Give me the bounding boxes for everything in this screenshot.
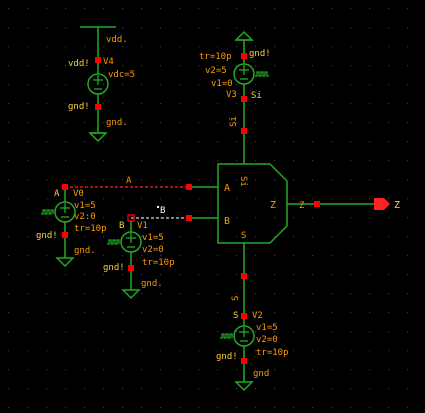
- pin-marker[interactable]: [241, 358, 247, 364]
- v1-param: v1=5: [74, 201, 96, 211]
- pulse-waveform-icon: [255, 71, 269, 77]
- pin-marker[interactable]: [128, 265, 134, 271]
- pin-label-b: B: [119, 221, 124, 231]
- gate-pin-si: Si: [238, 176, 248, 187]
- vdd-source[interactable]: vdd. vdd! V4 vdc=5 gnd! gnd.: [68, 26, 135, 143]
- ground-icon: [88, 132, 108, 143]
- instance-label: V2: [252, 311, 263, 321]
- si-source[interactable]: tr=10p v2=5 v1=0 V3 gnd! Si Si: [199, 30, 271, 164]
- schematic-canvas[interactable]: vdd. vdd! V4 vdc=5 gnd! gnd. tr=10p v2=5…: [0, 0, 425, 409]
- wire-label-a: A: [126, 176, 132, 186]
- instance-label: V3: [226, 90, 237, 100]
- tr-param: tr=10p: [256, 348, 289, 358]
- wire-label-s: S: [231, 296, 241, 301]
- ground-icon: [121, 289, 141, 300]
- v2-param: v2=0: [142, 245, 164, 255]
- a-input-net[interactable]: A A V0: [54, 176, 218, 199]
- net-label-gnd: gnd!: [103, 263, 125, 273]
- pin-marker[interactable]: [241, 313, 247, 319]
- output-pin-label-z: Z: [394, 200, 400, 211]
- tr-param: tr=10p: [199, 52, 232, 62]
- s-source[interactable]: S S V2 v1=5 v2=0 tr=10p gnd! gnd: [216, 243, 289, 392]
- output-pin-arrow-icon[interactable]: [374, 198, 390, 210]
- pin-marker[interactable]: [241, 53, 247, 59]
- instance-label: V0: [73, 189, 84, 199]
- net-label-gnd: gnd!: [249, 49, 271, 59]
- vb-source[interactable]: v1=5 v2=0 tr=10p gnd! gnd.: [103, 221, 175, 300]
- v2-param: v2=0: [256, 335, 278, 345]
- pin-marker[interactable]: [314, 201, 320, 207]
- v2-param: v2:0: [74, 212, 96, 222]
- tr-param: tr=10p: [142, 258, 175, 268]
- instance-label: V4: [103, 57, 114, 67]
- pin-marker[interactable]: [186, 215, 192, 221]
- net-label-gnd: gnd!: [68, 102, 90, 112]
- wire-label-z: Z: [299, 201, 305, 211]
- pin-marker[interactable]: [241, 273, 247, 279]
- v2-param: v2=5: [205, 66, 227, 76]
- gate-pin-b: B: [224, 216, 230, 227]
- pin-marker[interactable]: [186, 184, 192, 190]
- v1-param: v1=0: [211, 79, 233, 89]
- z-output-net[interactable]: Z Z: [287, 198, 400, 211]
- wire-label-b: B: [160, 206, 165, 216]
- b-input-net[interactable]: B B V1: [119, 206, 218, 231]
- pin-marker[interactable]: [62, 232, 68, 238]
- instance-label: V1: [137, 221, 148, 231]
- va-source[interactable]: v1=5 v2:0 tr=10p gnd! gnd.: [36, 190, 107, 268]
- ground-icon: [55, 257, 75, 268]
- net-label-si: Si: [251, 91, 262, 101]
- net-label-gnd: gnd!: [36, 231, 58, 241]
- net-label-gnd: gnd!: [216, 352, 238, 362]
- pin-marker[interactable]: [62, 184, 68, 190]
- pulse-waveform-icon: [41, 209, 54, 215]
- v1-param: v1=5: [142, 233, 164, 243]
- net-label-gnd-dot: gnd.: [141, 279, 163, 289]
- gate-pin-z: Z: [270, 200, 276, 211]
- pin-marker[interactable]: [241, 128, 247, 134]
- ground-icon: [234, 381, 254, 392]
- pin-marker[interactable]: [95, 104, 101, 110]
- pin-label-a: A: [54, 189, 60, 199]
- pin-label-s: S: [233, 311, 238, 321]
- net-label-vdd-bang: vdd!: [68, 59, 90, 69]
- pulse-waveform-icon: [220, 333, 233, 339]
- cursor-marker: [157, 206, 159, 208]
- pin-marker[interactable]: [95, 57, 101, 63]
- pin-marker[interactable]: [241, 96, 247, 102]
- net-label-vdd: vdd.: [106, 35, 128, 45]
- mux-gate-block[interactable]: Si A B S Z: [217, 163, 288, 244]
- net-label-gnd-dot: gnd: [253, 369, 269, 379]
- gate-pin-s: S: [241, 231, 246, 241]
- gate-pin-a: A: [224, 183, 230, 194]
- tr-param: tr=10p: [74, 224, 107, 234]
- v1-param: v1=5: [256, 323, 278, 333]
- net-label-gnd-dot: gnd.: [106, 118, 128, 128]
- ground-icon: [234, 30, 254, 41]
- net-label-gnd-dot: gnd.: [74, 246, 96, 256]
- wire-label-si: Si: [229, 116, 239, 127]
- pulse-waveform-icon: [107, 239, 120, 245]
- param-label: vdc=5: [108, 70, 135, 80]
